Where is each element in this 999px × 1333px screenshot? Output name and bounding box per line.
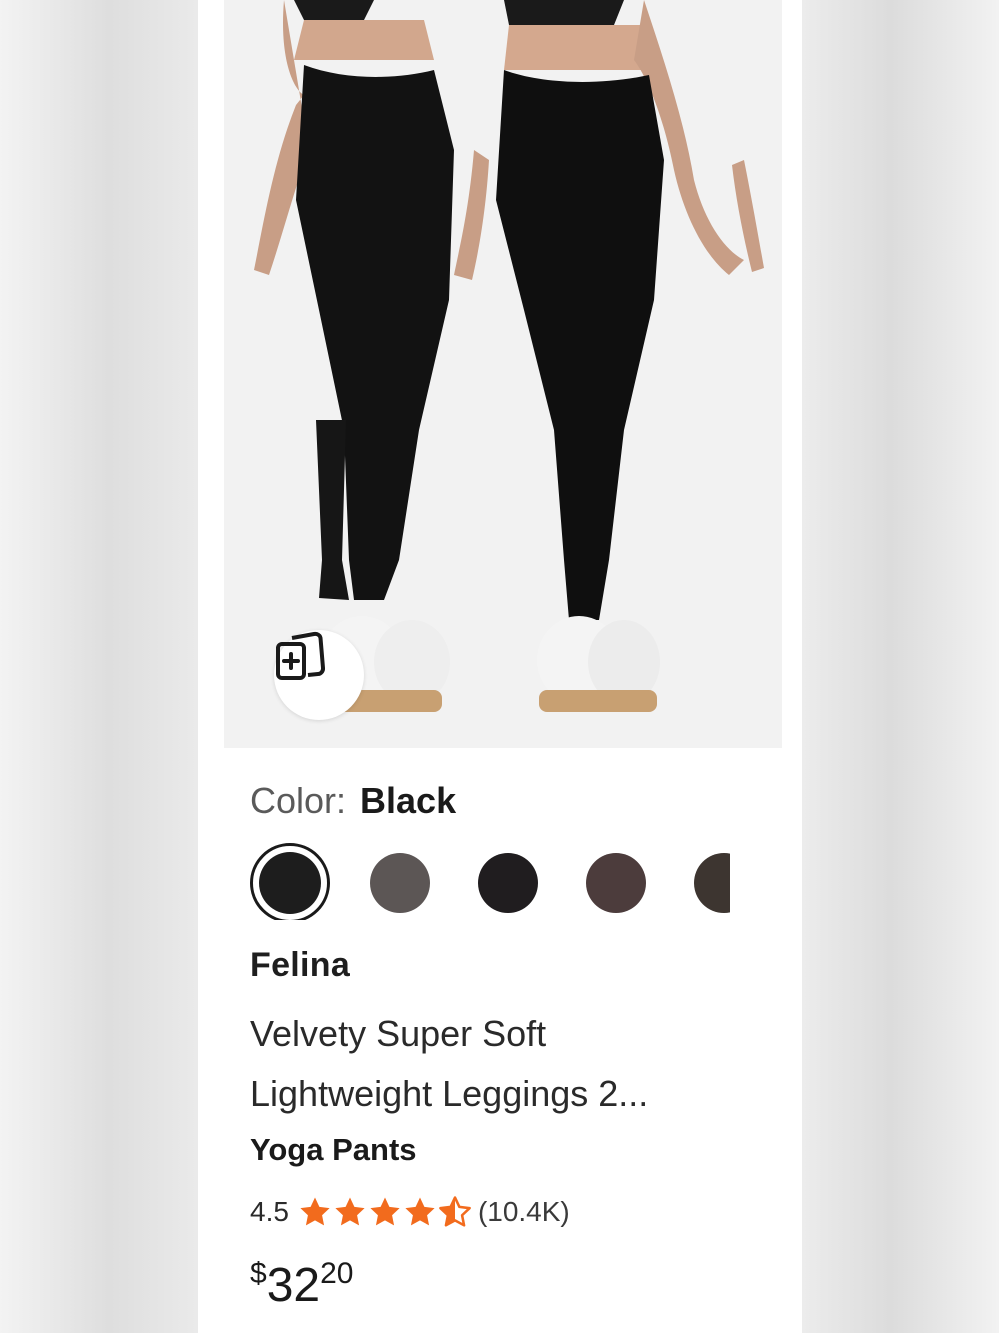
color-selector-label: Color: Black bbox=[250, 780, 456, 822]
product-category: Yoga Pants bbox=[250, 1132, 417, 1167]
price-dollars: 32 bbox=[266, 1259, 321, 1312]
swatch-espresso[interactable] bbox=[586, 853, 646, 913]
swatch-charcoal[interactable] bbox=[370, 853, 430, 913]
swatch-jet[interactable] bbox=[478, 853, 538, 913]
swatch-black-fill bbox=[259, 852, 321, 914]
product-title-line2: Lightweight Leggings 2... bbox=[250, 1073, 649, 1114]
price-currency: $ bbox=[250, 1257, 267, 1290]
color-swatches bbox=[250, 840, 730, 920]
background-right bbox=[802, 0, 999, 1333]
product-price: $3220 bbox=[250, 1257, 354, 1318]
product-card[interactable]: Color: Black Felina Velvety Super Soft Li… bbox=[198, 0, 802, 1333]
swatch-black[interactable] bbox=[250, 843, 330, 920]
star-icon bbox=[300, 1197, 330, 1226]
color-label: Color: bbox=[250, 780, 347, 821]
compare-button[interactable] bbox=[274, 630, 364, 720]
swatch-brown[interactable] bbox=[694, 853, 730, 913]
product-title-line1: Velvety Super Soft bbox=[250, 1013, 547, 1054]
product-title[interactable]: Velvety Super Soft Lightweight Leggings … bbox=[250, 1004, 750, 1124]
brand-name[interactable]: Felina bbox=[250, 946, 350, 985]
background-left bbox=[0, 0, 198, 1333]
color-value: Black bbox=[360, 780, 457, 821]
price-cents: 20 bbox=[320, 1257, 354, 1290]
review-count: (10.4K) bbox=[477, 1196, 570, 1227]
rating-row[interactable]: 4.5 (10.4K) bbox=[250, 1192, 570, 1232]
star-icon bbox=[335, 1197, 365, 1226]
product-info: Color: Black Felina Velvety Super Soft Li… bbox=[224, 748, 782, 1333]
half-star-icon bbox=[439, 1196, 471, 1227]
rating-value: 4.5 bbox=[250, 1196, 289, 1227]
compare-cards-icon bbox=[276, 631, 326, 680]
star-icon bbox=[405, 1197, 435, 1226]
product-image[interactable] bbox=[224, 0, 782, 748]
rating-stars bbox=[297, 1195, 472, 1229]
star-icon bbox=[370, 1197, 400, 1226]
